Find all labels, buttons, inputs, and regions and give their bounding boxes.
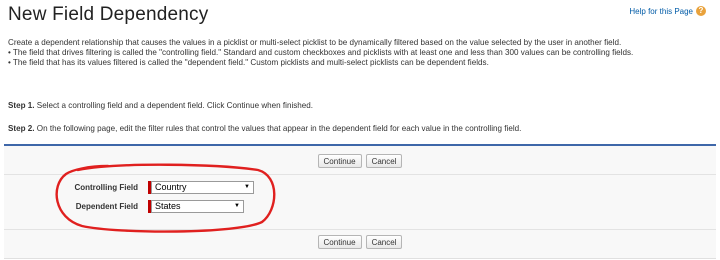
- step-1-text: Select a controlling field and a depende…: [34, 101, 314, 110]
- step-2: Step 2. On the following page, edit the …: [8, 124, 521, 133]
- dependent-field-select[interactable]: States ▼: [151, 200, 244, 213]
- description-intro: Create a dependent relationship that cau…: [8, 38, 622, 47]
- field-selection-panel: Continue Cancel Controlling Field Countr…: [4, 144, 716, 259]
- step-1: Step 1. Select a controlling field and a…: [8, 101, 313, 110]
- description-bullet-controlling: • The field that drives filtering is cal…: [8, 48, 634, 57]
- controlling-field-row: Controlling Field Country ▼: [4, 181, 254, 194]
- divider: [4, 174, 716, 175]
- cancel-button-bottom[interactable]: Cancel: [365, 235, 403, 249]
- page: New Field Dependency Help for this Page …: [0, 0, 720, 260]
- continue-button-bottom[interactable]: Continue: [317, 235, 362, 249]
- description-bullet-dependent: • The field that has its values filtered…: [8, 58, 489, 67]
- dependent-field-row: Dependent Field States ▼: [4, 200, 244, 213]
- bottom-button-row: Continue Cancel: [4, 235, 716, 249]
- step-1-label: Step 1.: [8, 101, 35, 110]
- controlling-field-value: Country: [155, 182, 187, 192]
- top-button-row: Continue Cancel: [4, 154, 716, 168]
- help-link[interactable]: Help for this Page: [629, 7, 693, 16]
- page-title: New Field Dependency: [8, 4, 209, 25]
- question-icon[interactable]: ?: [696, 6, 706, 16]
- step-2-label: Step 2.: [8, 124, 35, 133]
- cancel-button-top[interactable]: Cancel: [365, 154, 403, 168]
- description: Create a dependent relationship that cau…: [8, 38, 710, 68]
- help-area: Help for this Page ?: [629, 6, 706, 16]
- controlling-field-select[interactable]: Country ▼: [151, 181, 254, 194]
- step-2-text: On the following page, edit the filter r…: [34, 124, 522, 133]
- controlling-field-label: Controlling Field: [74, 183, 138, 192]
- dependent-field-value: States: [155, 201, 181, 211]
- divider: [4, 229, 716, 230]
- continue-button-top[interactable]: Continue: [317, 154, 362, 168]
- chevron-down-icon: ▼: [234, 203, 240, 209]
- chevron-down-icon: ▼: [244, 184, 250, 190]
- dependent-field-label: Dependent Field: [75, 202, 138, 211]
